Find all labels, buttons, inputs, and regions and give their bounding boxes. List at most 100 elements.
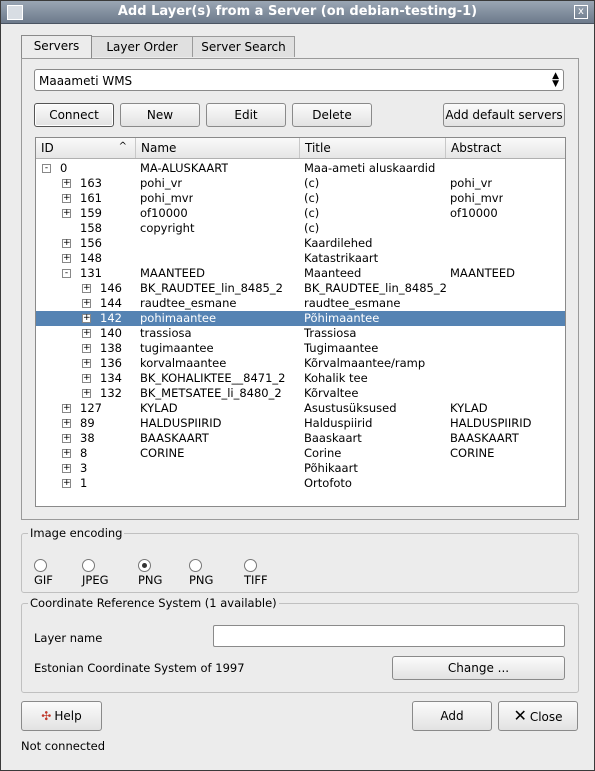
tree-row[interactable]: +161 pohi_mvr (c) pohi_mvr <box>36 191 565 206</box>
tree-row[interactable]: +140 trassiosa Trassiosa <box>36 326 565 341</box>
row-title: Maanteed <box>304 266 362 280</box>
expand-icon[interactable]: + <box>62 449 71 458</box>
radio-label: PNG <box>189 573 214 587</box>
tree-row[interactable]: +89 HALDUSPIIRID Halduspiirid HALDUSPIIRID <box>36 416 565 431</box>
add-default-servers-button[interactable]: Add default servers <box>443 103 565 127</box>
edit-button[interactable]: Edit <box>206 103 286 127</box>
expand-icon[interactable]: + <box>62 464 71 473</box>
server-select[interactable]: Maaameti WMS ▲ ▼ <box>34 69 564 91</box>
row-title: Kohalik tee <box>304 371 368 385</box>
radio-dot-icon <box>189 559 202 572</box>
row-title: Corine <box>304 446 342 460</box>
tree-row[interactable]: 158 copyright (c) <box>36 221 565 236</box>
expand-icon[interactable]: + <box>62 479 71 488</box>
row-id: 138 <box>100 341 122 355</box>
row-id: 148 <box>80 251 102 265</box>
row-name: BK_METSATEE_li_8480_2 <box>140 386 282 400</box>
expand-icon[interactable]: + <box>82 314 91 323</box>
encoding-radio-png[interactable]: PNG <box>138 559 162 587</box>
row-title: Maa-ameti aluskaardid <box>304 161 436 175</box>
title-bar[interactable]: Add Layer(s) from a Server (on debian-te… <box>1 1 594 24</box>
tree-row[interactable]: +138 tugimaantee Tugimaantee <box>36 341 565 356</box>
tree-row[interactable]: +156 Kaardilehed <box>36 236 565 251</box>
radio-label: TIFF <box>244 573 268 587</box>
row-name: MAANTEED <box>140 266 205 280</box>
tree-row[interactable]: +159 of10000 (c) of10000 <box>36 206 565 221</box>
collapse-icon[interactable]: - <box>42 164 51 173</box>
help-button[interactable]: ✣ Help <box>21 701 102 731</box>
column-header-name[interactable]: Name <box>136 138 300 158</box>
row-title: Baaskaart <box>304 431 362 445</box>
tree-row[interactable]: +148 Katastrikaart <box>36 251 565 266</box>
add-button[interactable]: Add <box>412 701 492 731</box>
tree-row[interactable]: +144 raudtee_esmane raudtee_esmane <box>36 296 565 311</box>
image-encoding-title: Image encoding <box>28 526 125 540</box>
tree-row[interactable]: +3 Põhikaart <box>36 461 565 476</box>
tab-server-search[interactable]: Server Search <box>192 36 295 57</box>
row-name: BAASKAART <box>140 431 209 445</box>
connect-button[interactable]: Connect <box>34 103 114 127</box>
tree-row[interactable]: +136 korvalmaantee Kõrvalmaantee/ramp <box>36 356 565 371</box>
tree-row[interactable]: +163 pohi_vr (c) pohi_vr <box>36 176 565 191</box>
change-crs-button[interactable]: Change ... <box>392 656 565 680</box>
tab-servers[interactable]: Servers <box>21 35 92 58</box>
expand-icon[interactable]: + <box>82 359 91 368</box>
crs-system-name: Estonian Coordinate System of 1997 <box>34 661 245 675</box>
tree-row[interactable]: +142 pohimaantee Põhimaantee <box>36 311 565 326</box>
tab-layer-order[interactable]: Layer Order <box>91 36 193 57</box>
tree-row[interactable]: +127 KYLAD Asustusüksused KYLAD <box>36 401 565 416</box>
expand-icon[interactable]: + <box>62 179 71 188</box>
expand-icon[interactable]: + <box>62 404 71 413</box>
row-id: 134 <box>100 371 122 385</box>
row-name: of10000 <box>140 206 188 220</box>
servers-panel: Maaameti WMS ▲ ▼ Connect New Edit Delete … <box>21 58 579 520</box>
expand-icon[interactable]: + <box>62 434 71 443</box>
row-title: Kõrvaltee <box>304 386 359 400</box>
expand-icon[interactable]: + <box>82 284 91 293</box>
layer-name-input[interactable] <box>213 625 565 647</box>
tree-row[interactable]: +132 BK_METSATEE_li_8480_2 Kõrvaltee <box>36 386 565 401</box>
layer-tree[interactable]: ID ^ Name Title Abstract -0 MA-ALUSKAART M… <box>35 137 566 507</box>
tree-row[interactable]: +8 CORINE Corine CORINE <box>36 446 565 461</box>
column-header-title[interactable]: Title <box>300 138 446 158</box>
expand-icon[interactable]: + <box>62 239 71 248</box>
row-id: 38 <box>80 431 95 445</box>
delete-button[interactable]: Delete <box>292 103 372 127</box>
expand-icon[interactable]: + <box>62 209 71 218</box>
expand-icon[interactable]: + <box>82 299 91 308</box>
tree-row[interactable]: +134 BK_KOHALIKTEE__8471_2 Kohalik tee <box>36 371 565 386</box>
encoding-radio-png-2[interactable]: PNG <box>189 559 213 587</box>
expand-icon[interactable]: + <box>82 329 91 338</box>
row-abstract: pohi_mvr <box>450 191 504 205</box>
expand-icon[interactable]: + <box>82 389 91 398</box>
tree-row[interactable]: +1 Ortofoto <box>36 476 565 491</box>
tree-row[interactable]: +38 BAASKAART Baaskaart BAASKAART <box>36 431 565 446</box>
tree-row[interactable]: -0 MA-ALUSKAART Maa-ameti aluskaardid <box>36 161 565 176</box>
encoding-radio-gif[interactable]: GIF <box>34 559 53 587</box>
encoding-radio-tiff[interactable]: TIFF <box>244 559 268 587</box>
row-id: 142 <box>100 311 122 325</box>
close-button[interactable]: ✕ Close <box>498 701 578 731</box>
row-name: pohimaantee <box>140 311 217 325</box>
column-header-abstract[interactable]: Abstract <box>446 138 565 158</box>
row-title: Tugimaantee <box>304 341 379 355</box>
close-window-icon[interactable]: x <box>574 5 588 19</box>
collapse-icon[interactable]: - <box>62 269 71 278</box>
expand-icon[interactable]: + <box>62 194 71 203</box>
column-header-id[interactable]: ID ^ <box>36 138 136 158</box>
row-name: pohi_vr <box>140 176 183 190</box>
row-id: 131 <box>80 266 102 280</box>
tree-row[interactable]: +146 BK_RAUDTEE_lin_8485_2 BK_RAUDTEE_lin_… <box>36 281 565 296</box>
encoding-radio-jpeg[interactable]: JPEG <box>82 559 109 587</box>
new-button[interactable]: New <box>120 103 200 127</box>
expand-icon[interactable]: + <box>62 419 71 428</box>
expand-icon[interactable]: + <box>82 374 91 383</box>
tree-row[interactable]: -131 MAANTEED Maanteed MAANTEED <box>36 266 565 281</box>
expand-icon[interactable]: + <box>62 254 71 263</box>
row-title: (c) <box>304 191 320 205</box>
radio-dot-icon <box>244 559 257 572</box>
row-id: 89 <box>80 416 95 430</box>
radio-dot-icon <box>138 559 151 572</box>
radio-label: JPEG <box>82 573 109 587</box>
expand-icon[interactable]: + <box>82 344 91 353</box>
